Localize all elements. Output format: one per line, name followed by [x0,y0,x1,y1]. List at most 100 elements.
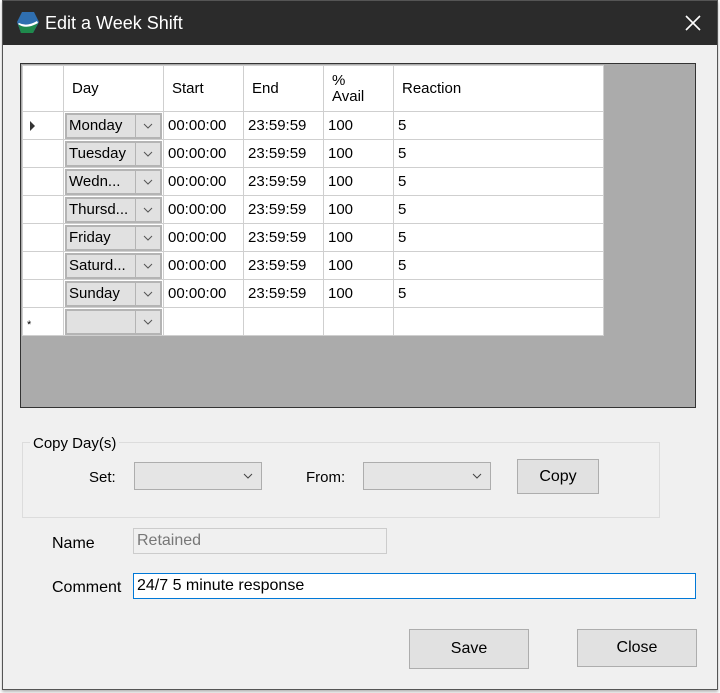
day-cell[interactable]: Tuesday [63,139,164,168]
reaction-cell[interactable] [393,307,604,336]
start-cell[interactable]: 00:00:00 [163,167,244,196]
save-button[interactable]: Save [409,629,529,669]
day-value: Thursd... [69,200,129,218]
chevron-down-icon [472,473,482,479]
day-dropdown-arrow[interactable] [135,254,160,277]
table-row[interactable]: Monday 00:00:00 23:59:59 100 5 [22,111,604,140]
day-dropdown[interactable]: Tuesday [65,140,162,167]
day-dropdown[interactable] [65,308,162,335]
day-dropdown[interactable]: Monday [65,112,162,139]
day-cell[interactable]: Sunday [63,279,164,308]
table-row[interactable]: Tuesday 00:00:00 23:59:59 100 5 [22,139,604,168]
reaction-cell[interactable]: 5 [393,139,604,168]
day-dropdown-arrow[interactable] [135,142,160,165]
new-row[interactable]: * [22,307,604,336]
end-cell[interactable]: 23:59:59 [243,279,324,308]
name-label: Name [52,535,95,552]
row-header[interactable] [22,167,64,196]
day-dropdown-arrow[interactable] [135,114,160,137]
from-label: From: [306,469,346,486]
column-header-end[interactable]: End [243,65,324,112]
day-cell[interactable]: Wedn... [63,167,164,196]
avail-cell[interactable]: 100 [323,223,394,252]
row-header[interactable] [22,223,64,252]
close-window-icon[interactable] [681,11,705,35]
close-button[interactable]: Close [577,629,697,667]
shift-data-grid[interactable]: Day Start End % Avail Reaction Monday 00… [20,63,696,408]
table-row[interactable]: Thursd... 00:00:00 23:59:59 100 5 [22,195,604,224]
reaction-cell[interactable]: 5 [393,279,604,308]
reaction-cell[interactable]: 5 [393,223,604,252]
table-row[interactable]: Saturd... 00:00:00 23:59:59 100 5 [22,251,604,280]
day-cell[interactable]: Friday [63,223,164,252]
day-cell[interactable]: Monday [63,111,164,140]
day-dropdown-arrow[interactable] [135,282,160,305]
day-dropdown[interactable]: Wedn... [65,168,162,195]
reaction-cell[interactable]: 5 [393,167,604,196]
row-header[interactable] [22,139,64,168]
table-row[interactable]: Wedn... 00:00:00 23:59:59 100 5 [22,167,604,196]
start-cell[interactable]: 00:00:00 [163,111,244,140]
name-field[interactable]: Retained [133,528,387,554]
table-row[interactable]: Sunday 00:00:00 23:59:59 100 5 [22,279,604,308]
window-title: Edit a Week Shift [45,13,183,33]
avail-cell[interactable]: 100 [323,279,394,308]
title-bar: Edit a Week Shift [3,1,717,45]
end-cell[interactable]: 23:59:59 [243,111,324,140]
avail-cell[interactable]: 100 [323,195,394,224]
row-header[interactable] [22,111,64,140]
avail-cell[interactable] [323,307,394,336]
column-header-start[interactable]: Start [163,65,244,112]
current-row-arrow-icon [30,121,35,131]
column-header-reaction[interactable]: Reaction [393,65,604,112]
reaction-cell[interactable]: 5 [393,251,604,280]
start-cell[interactable]: 00:00:00 [163,195,244,224]
start-cell[interactable]: 00:00:00 [163,251,244,280]
from-dropdown[interactable] [363,462,491,490]
chevron-down-icon [143,151,153,157]
end-cell[interactable]: 23:59:59 [243,251,324,280]
day-dropdown[interactable]: Saturd... [65,252,162,279]
day-value: Saturd... [69,256,126,274]
day-dropdown-arrow[interactable] [135,310,160,333]
column-header-day[interactable]: Day [63,65,164,112]
day-dropdown[interactable]: Thursd... [65,196,162,223]
start-cell[interactable]: 00:00:00 [163,139,244,168]
end-cell[interactable]: 23:59:59 [243,195,324,224]
avail-cell[interactable]: 100 [323,139,394,168]
row-header-corner [22,65,64,112]
day-cell[interactable]: Thursd... [63,195,164,224]
avail-cell[interactable]: 100 [323,167,394,196]
set-dropdown[interactable] [134,462,262,490]
day-dropdown-arrow[interactable] [135,226,160,249]
start-cell[interactable] [163,307,244,336]
reaction-cell[interactable]: 5 [393,195,604,224]
row-header[interactable] [22,195,64,224]
avail-cell[interactable]: 100 [323,111,394,140]
column-header-avail-label: % Avail [332,71,365,105]
comment-field[interactable]: 24/7 5 minute response [133,573,696,599]
end-cell[interactable]: 23:59:59 [243,139,324,168]
day-dropdown[interactable]: Friday [65,224,162,251]
row-header[interactable] [22,251,64,280]
row-header[interactable] [22,279,64,308]
end-cell[interactable]: 23:59:59 [243,223,324,252]
table-row[interactable]: Friday 00:00:00 23:59:59 100 5 [22,223,604,252]
end-cell[interactable] [243,307,324,336]
chevron-down-icon [143,291,153,297]
start-cell[interactable]: 00:00:00 [163,279,244,308]
end-cell[interactable]: 23:59:59 [243,167,324,196]
day-cell[interactable]: Saturd... [63,251,164,280]
day-dropdown[interactable]: Sunday [65,280,162,307]
column-header-avail[interactable]: % Avail [323,65,394,112]
day-dropdown-arrow[interactable] [135,198,160,221]
copy-button[interactable]: Copy [517,459,599,494]
avail-cell[interactable]: 100 [323,251,394,280]
chevron-down-icon [143,179,153,185]
copy-days-group-label: Copy Day(s) [30,435,120,452]
day-dropdown-arrow[interactable] [135,170,160,193]
reaction-cell[interactable]: 5 [393,111,604,140]
chevron-down-icon [143,207,153,213]
day-cell[interactable] [63,307,164,336]
start-cell[interactable]: 00:00:00 [163,223,244,252]
